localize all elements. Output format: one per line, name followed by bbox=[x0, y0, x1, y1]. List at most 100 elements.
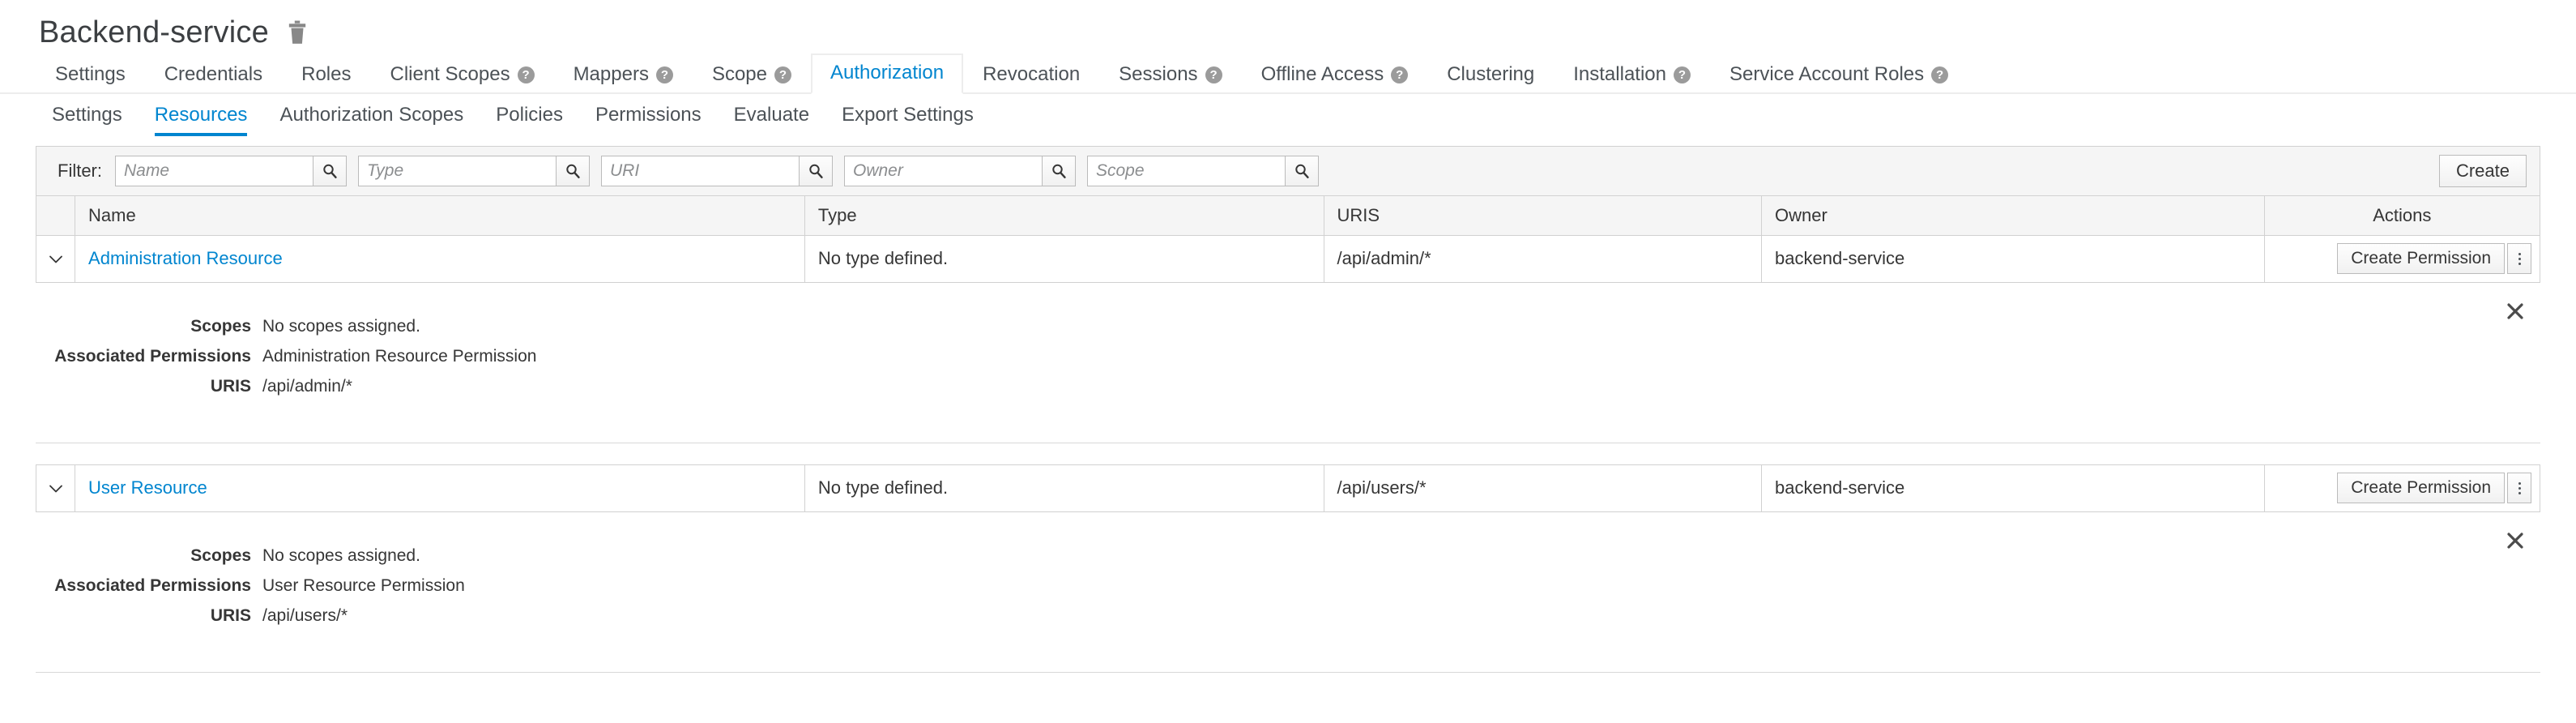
filter-toolbar: Filter: Create bbox=[36, 146, 2540, 196]
detail-value-uris: /api/users/* bbox=[262, 606, 348, 626]
detail-row-scopes: ScopesNo scopes assigned. bbox=[36, 317, 2540, 336]
detail-label-scopes: Scopes bbox=[36, 317, 262, 336]
detail-row-associated-permissions: Associated PermissionsUser Resource Perm… bbox=[36, 576, 2540, 596]
filter-group-name bbox=[115, 156, 347, 186]
detail-row-uris: URIS/api/admin/* bbox=[36, 377, 2540, 396]
detail-value-scopes: No scopes assigned. bbox=[262, 546, 420, 566]
trash-icon[interactable] bbox=[287, 20, 308, 45]
secondary-tab-export-settings[interactable]: Export Settings bbox=[825, 96, 990, 136]
resource-type-cell: No type defined. bbox=[804, 235, 1324, 282]
primary-tab-clustering[interactable]: Clustering bbox=[1427, 55, 1554, 94]
primary-tab-label: Settings bbox=[55, 65, 126, 84]
search-icon[interactable] bbox=[799, 156, 833, 186]
help-icon[interactable]: ? bbox=[518, 66, 535, 83]
secondary-tab-permissions[interactable]: Permissions bbox=[579, 96, 718, 136]
filter-label: Filter: bbox=[58, 160, 102, 182]
help-icon[interactable]: ? bbox=[656, 66, 673, 83]
secondary-tab-authorization-scopes[interactable]: Authorization Scopes bbox=[263, 96, 480, 136]
primary-tab-label: Offline Access bbox=[1261, 65, 1384, 84]
help-icon[interactable]: ? bbox=[774, 66, 791, 83]
help-icon[interactable]: ? bbox=[1205, 66, 1222, 83]
search-icon[interactable] bbox=[1042, 156, 1076, 186]
primary-tab-installation[interactable]: Installation? bbox=[1554, 55, 1710, 94]
secondary-tab-evaluate[interactable]: Evaluate bbox=[718, 96, 825, 136]
resource-actions-cell: Create Permission bbox=[2264, 235, 2540, 282]
detail-row-uris: URIS/api/users/* bbox=[36, 606, 2540, 626]
close-icon[interactable] bbox=[2501, 297, 2529, 325]
resources-table-host: NameTypeURISOwnerActions Administration R… bbox=[0, 196, 2576, 673]
table-header-toggle bbox=[36, 196, 75, 235]
detail-label-associated-permissions: Associated Permissions bbox=[36, 576, 262, 596]
table-header-type: Type bbox=[804, 196, 1324, 235]
primary-tab-label: Credentials bbox=[164, 65, 262, 84]
filter-group-owner bbox=[844, 156, 1076, 186]
create-button[interactable]: Create bbox=[2439, 155, 2527, 187]
action-group: Create Permission bbox=[2337, 473, 2531, 503]
resource-uris-cell: /api/admin/* bbox=[1324, 235, 1762, 282]
primary-tab-label: Scope bbox=[712, 65, 767, 84]
chevron-down-icon[interactable] bbox=[36, 464, 75, 511]
primary-tab-roles[interactable]: Roles bbox=[282, 55, 370, 94]
resource-type-cell: No type defined. bbox=[804, 464, 1324, 511]
primary-tab-mappers[interactable]: Mappers? bbox=[554, 55, 693, 94]
resources-table: NameTypeURISOwnerActions Administration R… bbox=[36, 196, 2540, 283]
filter-group-type bbox=[358, 156, 590, 186]
detail-label-uris: URIS bbox=[36, 377, 262, 396]
secondary-tab-policies[interactable]: Policies bbox=[480, 96, 579, 136]
search-icon[interactable] bbox=[313, 156, 347, 186]
kebab-menu-icon[interactable] bbox=[2507, 473, 2531, 503]
filter-input-scope[interactable] bbox=[1087, 156, 1285, 186]
primary-tab-scope[interactable]: Scope? bbox=[693, 55, 811, 94]
primary-tab-label: Clustering bbox=[1447, 65, 1534, 84]
kebab-menu-icon[interactable] bbox=[2507, 243, 2531, 274]
table-header-name: Name bbox=[75, 196, 805, 235]
primary-tab-label: Installation bbox=[1573, 65, 1666, 84]
help-icon[interactable]: ? bbox=[1391, 66, 1408, 83]
create-permission-button[interactable]: Create Permission bbox=[2337, 473, 2505, 503]
detail-value-scopes: No scopes assigned. bbox=[262, 317, 420, 336]
resource-name-cell: User Resource bbox=[75, 464, 805, 511]
resource-name-link[interactable]: User Resource bbox=[88, 477, 207, 498]
filter-input-name[interactable] bbox=[115, 156, 313, 186]
primary-tab-label: Authorization bbox=[830, 63, 944, 83]
help-icon[interactable]: ? bbox=[1931, 66, 1948, 83]
primary-tab-settings[interactable]: Settings bbox=[36, 55, 145, 94]
secondary-tab-settings[interactable]: Settings bbox=[36, 96, 139, 136]
action-group: Create Permission bbox=[2337, 243, 2531, 274]
primary-tab-offline-access[interactable]: Offline Access? bbox=[1242, 55, 1428, 94]
detail-value-associated-permissions[interactable]: Administration Resource Permission bbox=[262, 347, 536, 366]
primary-tab-label: Revocation bbox=[983, 65, 1080, 84]
detail-value-associated-permissions[interactable]: User Resource Permission bbox=[262, 576, 465, 596]
create-permission-button[interactable]: Create Permission bbox=[2337, 243, 2505, 274]
primary-tab-authorization[interactable]: Authorization bbox=[811, 53, 963, 94]
table-header-row: NameTypeURISOwnerActions bbox=[36, 196, 2540, 235]
primary-tab-label: Mappers bbox=[574, 65, 649, 84]
search-icon[interactable] bbox=[556, 156, 590, 186]
filter-input-uri[interactable] bbox=[601, 156, 799, 186]
primary-tab-client-scopes[interactable]: Client Scopes? bbox=[370, 55, 553, 94]
page-header: Backend-service bbox=[0, 0, 2576, 50]
search-icon[interactable] bbox=[1285, 156, 1319, 186]
primary-tab-label: Sessions bbox=[1119, 65, 1197, 84]
detail-value-uris: /api/admin/* bbox=[262, 377, 352, 396]
resource-name-link[interactable]: Administration Resource bbox=[88, 248, 283, 268]
resource-detail-panel: ScopesNo scopes assigned.Associated Perm… bbox=[36, 512, 2540, 673]
filter-input-owner[interactable] bbox=[844, 156, 1042, 186]
secondary-tab-resources[interactable]: Resources bbox=[139, 96, 264, 136]
resource-actions-cell: Create Permission bbox=[2264, 464, 2540, 511]
resources-table: User ResourceNo type defined./api/users/… bbox=[36, 464, 2540, 512]
help-icon[interactable]: ? bbox=[1674, 66, 1691, 83]
panel-spacer bbox=[0, 443, 2576, 464]
filter-group-scope bbox=[1087, 156, 1319, 186]
resource-name-cell: Administration Resource bbox=[75, 235, 805, 282]
table-header-actions: Actions bbox=[2264, 196, 2540, 235]
primary-tab-sessions[interactable]: Sessions? bbox=[1099, 55, 1241, 94]
chevron-down-icon[interactable] bbox=[36, 235, 75, 282]
primary-tab-service-account-roles[interactable]: Service Account Roles? bbox=[1710, 55, 1968, 94]
filter-input-type[interactable] bbox=[358, 156, 556, 186]
resource-owner-cell: backend-service bbox=[1762, 464, 2265, 511]
primary-tab-revocation[interactable]: Revocation bbox=[963, 55, 1099, 94]
primary-tab-credentials[interactable]: Credentials bbox=[145, 55, 282, 94]
primary-tab-label: Roles bbox=[301, 65, 351, 84]
close-icon[interactable] bbox=[2501, 527, 2529, 554]
